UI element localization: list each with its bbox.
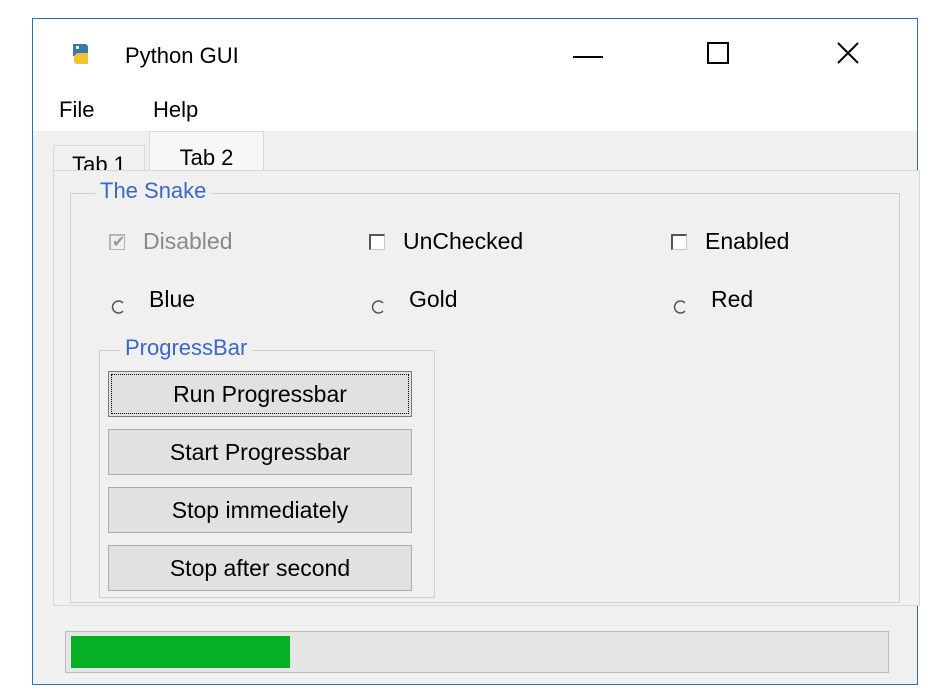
checkbox-disabled-box: ✔ (109, 233, 126, 251)
app-window: Python GUI File Help Tab 1 Tab 2 The Sna… (32, 18, 920, 685)
run-progressbar-button[interactable]: Run Progressbar (108, 371, 412, 417)
minimize-icon (573, 46, 603, 64)
close-button[interactable] (793, 19, 903, 91)
python-app-icon (69, 41, 95, 67)
checkbox-disabled: ✔ Disabled (109, 228, 233, 255)
checkbox-disabled-label: Disabled (143, 228, 233, 254)
menu-file[interactable]: File (55, 95, 98, 125)
radio-red[interactable]: Red (673, 286, 753, 314)
radio-red-circle[interactable] (673, 293, 687, 314)
snake-group-title: The Snake (95, 178, 212, 204)
close-icon (836, 41, 860, 70)
title-bar[interactable]: Python GUI (33, 19, 917, 91)
radio-gold-circle[interactable] (371, 293, 385, 314)
snake-groupbox: The Snake ✔ Disabled UnChecked Enabled B… (70, 178, 900, 603)
checkbox-enabled-box[interactable] (671, 233, 687, 250)
maximize-icon (707, 41, 729, 69)
stop-immediately-button[interactable]: Stop immediately (108, 487, 412, 533)
progressbar-group-title: ProgressBar (120, 335, 253, 361)
tab-2-page: The Snake ✔ Disabled UnChecked Enabled B… (53, 170, 920, 606)
radio-blue-label[interactable]: Blue (149, 286, 195, 313)
window-title: Python GUI (125, 43, 239, 68)
radio-gold-label[interactable]: Gold (409, 286, 458, 313)
minimize-button[interactable] (533, 19, 643, 91)
checkbox-unchecked-box[interactable] (369, 233, 385, 250)
progress-bar (65, 631, 889, 673)
checkmark-icon: ✔ (112, 233, 126, 251)
menu-help[interactable]: Help (149, 95, 202, 125)
checkbox-unchecked-label[interactable]: UnChecked (403, 228, 523, 255)
maximize-button[interactable] (663, 19, 773, 91)
radio-gold[interactable]: Gold (371, 286, 458, 314)
stop-after-second-button[interactable]: Stop after second (108, 545, 412, 591)
checkbox-enabled[interactable]: Enabled (671, 228, 789, 255)
radio-blue-circle[interactable] (111, 293, 125, 314)
menu-bar: File Help (33, 91, 917, 131)
radio-blue[interactable]: Blue (111, 286, 195, 314)
start-progressbar-button[interactable]: Start Progressbar (108, 429, 412, 475)
checkbox-unchecked[interactable]: UnChecked (369, 228, 523, 255)
progressbar-groupbox: ProgressBar Run Progressbar Start Progre… (99, 335, 435, 598)
radio-red-label[interactable]: Red (711, 286, 753, 313)
checkbox-enabled-label[interactable]: Enabled (705, 228, 789, 255)
progress-bar-fill (71, 636, 290, 668)
